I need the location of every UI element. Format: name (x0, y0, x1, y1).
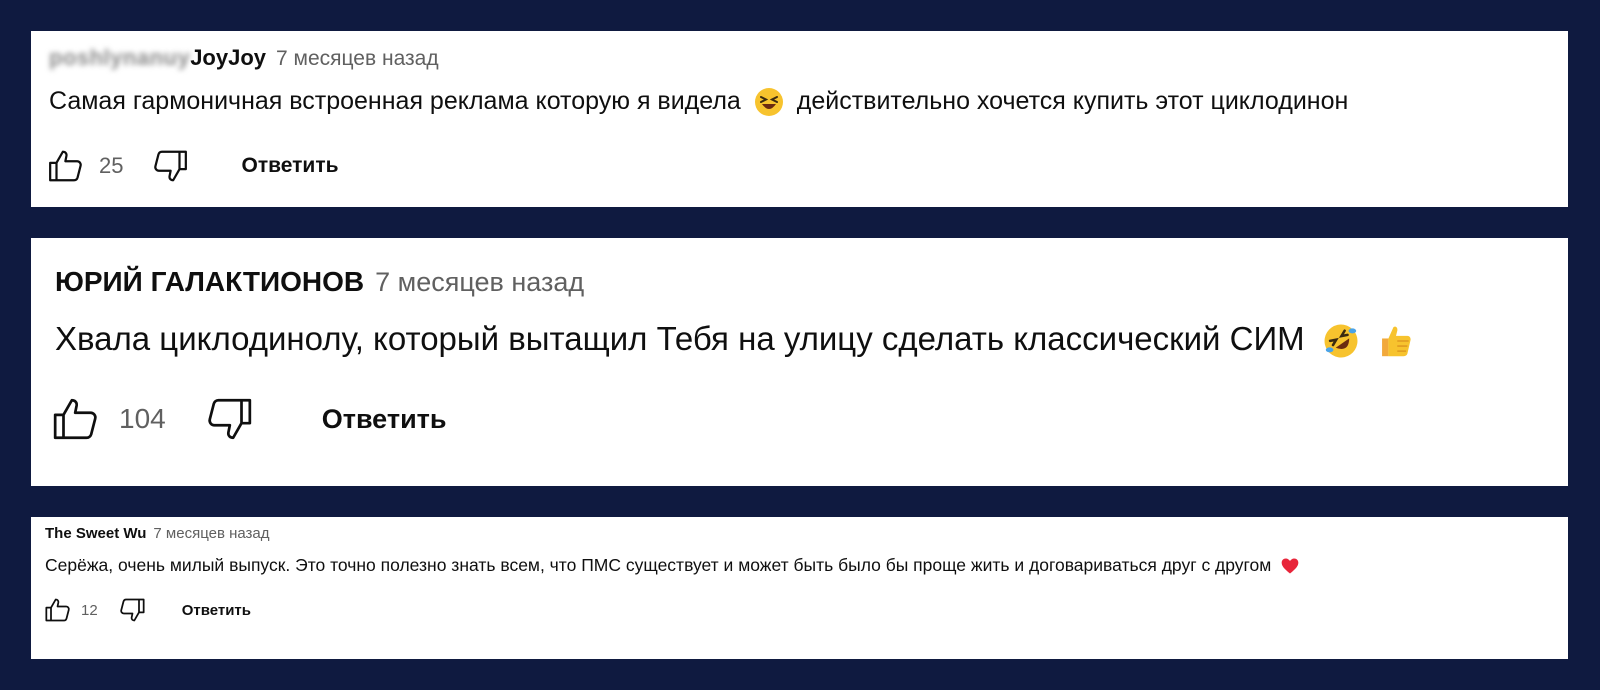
like-icon[interactable] (47, 147, 85, 185)
author-name[interactable]: ЮРИЙ ГАЛАКТИОНОВ (55, 266, 364, 298)
comment-actions: 25 Ответить (47, 147, 339, 185)
author-name[interactable]: JoyJoy (190, 45, 266, 71)
reply-button[interactable]: Ответить (182, 602, 251, 619)
reply-button[interactable]: Ответить (322, 404, 447, 435)
comment-text: Хвала циклодинолу, который вытащил Тебя … (55, 320, 1415, 360)
thumbs-up-emoji-icon (1377, 322, 1415, 360)
dislike-icon[interactable] (204, 394, 254, 444)
author-name[interactable]: The Sweet Wu (45, 525, 146, 542)
like-count: 12 (81, 601, 98, 619)
dislike-icon[interactable] (118, 596, 146, 624)
reply-button[interactable]: Ответить (241, 154, 338, 178)
like-icon[interactable] (51, 394, 101, 444)
dislike-icon[interactable] (151, 147, 189, 185)
comment-header: The Sweet Wu 7 месяцев назад (45, 525, 270, 542)
comment-header: poshlynanuy JoyJoy 7 месяцев назад (49, 45, 439, 71)
comment-timestamp[interactable]: 7 месяцев назад (153, 525, 269, 542)
comment-card-1: poshlynanuy JoyJoy 7 месяцев назад Самая … (31, 31, 1568, 207)
comment-timestamp[interactable]: 7 месяцев назад (375, 267, 584, 298)
comment-card-3: The Sweet Wu 7 месяцев назад Серёжа, оче… (31, 517, 1568, 659)
author-name-blurred: poshlynanuy (49, 45, 191, 70)
like-icon[interactable] (44, 596, 72, 624)
comment-text-part: Хвала циклодинолу, который вытащил Тебя … (55, 320, 1305, 357)
comment-text-part: Серёжа, очень милый выпуск. Это точно по… (45, 555, 1272, 575)
grinning-squinting-emoji-icon (754, 87, 784, 117)
like-count: 104 (119, 403, 166, 434)
red-heart-emoji-icon (1280, 556, 1300, 576)
comment-actions: 12 Ответить (44, 596, 251, 624)
comment-actions: 104 Ответить (51, 394, 447, 444)
rolling-laughing-emoji-icon (1322, 322, 1360, 360)
comment-timestamp[interactable]: 7 месяцев назад (276, 47, 439, 71)
like-count: 25 (99, 153, 124, 178)
comment-text-part: действительно хочется купить этот циклод… (796, 87, 1349, 115)
comment-card-2: ЮРИЙ ГАЛАКТИОНОВ 7 месяцев назад Хвала ц… (31, 238, 1568, 486)
comment-text-part: Самая гармоничная встроенная реклама кот… (49, 87, 741, 115)
comment-text: Самая гармоничная встроенная реклама кот… (49, 87, 1348, 117)
comment-header: ЮРИЙ ГАЛАКТИОНОВ 7 месяцев назад (55, 266, 584, 298)
comment-text: Серёжа, очень милый выпуск. Это точно по… (45, 555, 1300, 576)
